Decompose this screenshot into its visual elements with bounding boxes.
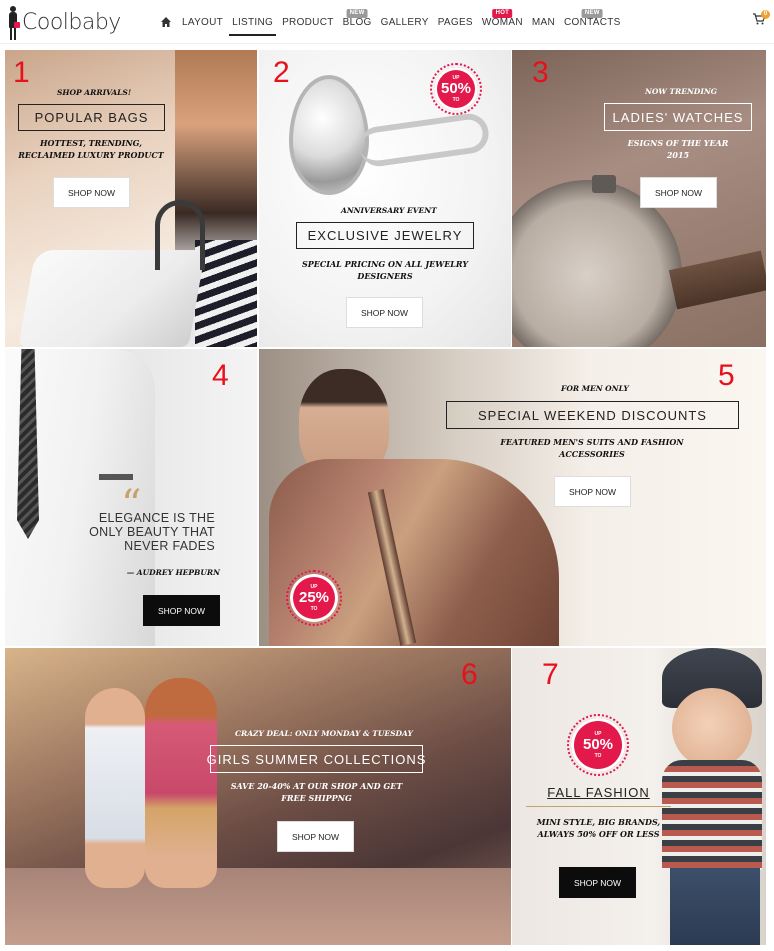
banner-fall-fashion[interactable]: 7 UP 50% TO FALL FASHION MINI STYLE, BIG… [512,648,766,945]
tile-eyebrow: CRAZY DEAL: ONLY MONDAY & TUESDAY [235,729,413,738]
watch-crown-image [592,175,616,193]
shop-now-button[interactable]: SHOP NOW [554,476,631,507]
shop-now-button[interactable]: SHOP NOW [277,821,354,852]
logo-text: Coolbaby [22,9,121,35]
watch-strap-image [668,250,766,310]
nav-item-contacts[interactable]: NEW CONTACTS [564,0,621,44]
logo-figure-icon [6,4,20,40]
site-logo[interactable]: Coolbaby [6,4,121,40]
ground-image [5,868,511,945]
shop-now-button[interactable]: SHOP NOW [640,177,717,208]
boy-jeans-image [670,868,760,945]
nav-item-listing[interactable]: LISTING [229,0,277,44]
tile-subtext: SAVE 20-40% AT OUR SHOP AND GET FREE SHI… [230,781,403,803]
nav-item-blog[interactable]: NEW BLOG [343,0,372,44]
tile-number: 1 [13,56,30,89]
ring-band-image [356,111,492,169]
banner-weekend-discounts[interactable]: 5 FOR MEN ONLY SPECIAL WEEKEND DISCOUNTS… [259,349,766,646]
girl-white-dress-image [85,688,145,888]
tile-number: 5 [718,359,735,392]
nav-item-pages[interactable]: PAGES [438,0,473,44]
main-nav: LAYOUT LISTING PRODUCT NEW BLOG GALLERY P… [160,0,630,44]
tile-number: 2 [273,56,290,89]
shop-now-button[interactable]: SHOP NOW [346,297,423,328]
girl-pink-dress-image [145,678,217,888]
quote-text: ELEGANCE IS THE ONLY BEAUTY THAT NEVER F… [89,511,215,553]
new-badge: NEW [581,9,603,18]
boy-face-image [672,688,752,768]
tile-number: 7 [542,658,559,691]
tile-subtext: ESIGNS OF THE YEAR 2015 [627,138,729,160]
shop-now-button[interactable]: SHOP NOW [559,867,636,898]
tile-heading: LADIES' WATCHES [604,103,752,131]
tile-eyebrow: SHOP ARRIVALS! [57,88,132,97]
nav-item-product[interactable]: PRODUCT [282,0,334,44]
tile-eyebrow: NOW TRENDING [645,87,718,96]
tile-subtext: MINI STYLE, BIG BRANDS, ALWAYS 50% OFF O… [536,817,661,839]
tile-subtext: SPECIAL PRICING ON ALL JEWELRY DESIGNERS [301,259,469,281]
boy-vest-image [662,760,762,870]
tile-eyebrow: FOR MEN ONLY [561,384,629,393]
banner-popular-bags[interactable]: 1 SHOP ARRIVALS! POPULAR BAGS HOTTEST, T… [5,50,257,347]
tile-number: 4 [212,359,229,392]
banner-exclusive-jewelry[interactable]: 2 UP 50% TO ANNIVERSARY EVENT EXCLUSIVE … [259,50,511,347]
discount-badge: UP 50% TO [430,63,482,115]
banner-ladies-watches[interactable]: 3 NOW TRENDING LADIES' WATCHES ESIGNS OF… [512,50,766,347]
hot-badge: HOT [492,9,513,18]
tile-eyebrow: ANNIVERSARY EVENT [341,206,437,215]
tile-number: 6 [461,658,478,691]
nav-item-woman[interactable]: HOT WOMAN [482,0,523,44]
nav-item-layout[interactable]: LAYOUT [182,0,223,44]
banner-girls-summer[interactable]: 6 CRAZY DEAL: ONLY MONDAY & TUESDAY GIRL… [5,648,511,945]
quote-author: — AUDREY HEPBURN [126,568,220,577]
tile-heading: EXCLUSIVE JEWELRY [296,222,474,249]
shop-now-button[interactable]: SHOP NOW [143,595,220,626]
handbag-handle-image [155,200,205,270]
tile-heading: FALL FASHION [547,785,650,800]
site-header: Coolbaby LAYOUT LISTING PRODUCT NEW BLOG … [0,0,774,44]
heading-underline [526,806,671,807]
tile-subtext: HOTTEST, TRENDING, RECLAIMED LUXURY PROD… [18,138,164,160]
tile-heading: POPULAR BAGS [18,104,165,131]
shop-now-button[interactable]: SHOP NOW [53,177,130,208]
nav-item-gallery[interactable]: GALLERY [381,0,429,44]
cart-count-badge: 0 [761,10,770,19]
banner-elegance-quote[interactable]: 4 “ ELEGANCE IS THE ONLY BEAUTY THAT NEV… [5,349,257,646]
nav-item-man[interactable]: MAN [532,0,555,44]
tile-heading: SPECIAL WEEKEND DISCOUNTS [446,401,739,429]
home-icon[interactable] [160,16,172,28]
discount-badge: UP 50% TO [567,714,629,776]
ring-image [289,75,369,195]
cart-button[interactable]: 0 [752,10,770,28]
tile-number: 3 [532,56,549,89]
tile-heading: GIRLS SUMMER COLLECTIONS [207,745,425,773]
pocket-square-image [99,474,133,480]
tile-subtext: FEATURED MEN'S SUITS AND FASHION ACCESSO… [500,437,684,459]
discount-badge: UP 25% TO [286,570,342,626]
new-badge: NEW [346,9,368,18]
